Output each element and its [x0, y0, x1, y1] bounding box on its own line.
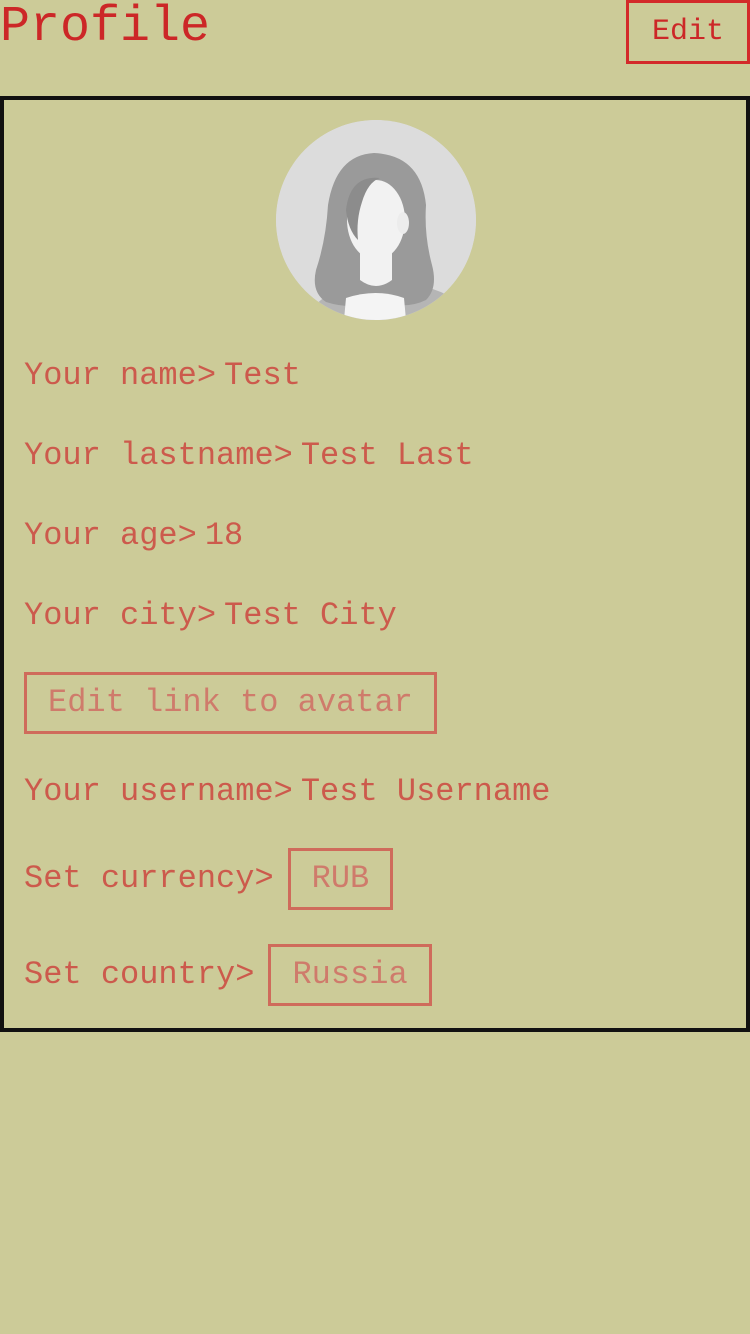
age-label: Your age> — [24, 517, 197, 554]
name-label: Your name> — [24, 357, 217, 394]
country-row: Set country> Russia — [24, 944, 432, 1006]
currency-row: Set currency> RUB — [24, 848, 394, 910]
age-value: 18 — [204, 517, 244, 554]
lastname-label: Your lastname> — [24, 437, 293, 474]
currency-select-button[interactable]: RUB — [287, 848, 394, 910]
age-row: Your age> 18 — [24, 516, 243, 556]
lastname-value: Test Last — [300, 437, 474, 474]
edit-button[interactable]: Edit — [626, 0, 750, 64]
username-label: Your username> — [24, 773, 293, 810]
default-female-avatar-icon — [276, 120, 476, 320]
header: Profile Edit — [0, 0, 750, 96]
country-select-button[interactable]: Russia — [268, 944, 432, 1006]
page-title: Profile — [0, 0, 211, 56]
username-value: Test Username — [300, 773, 551, 810]
avatar — [276, 120, 476, 320]
profile-card: Your name> Test Your lastname> Test Last Y… — [0, 96, 750, 1032]
currency-label: Set currency> — [24, 860, 274, 897]
username-row: Your username> Test Username — [24, 772, 550, 812]
city-label: Your city> — [24, 597, 217, 634]
name-value: Test — [224, 357, 301, 394]
country-label: Set country> — [24, 956, 255, 993]
lastname-row: Your lastname> Test Last — [24, 436, 474, 476]
name-row: Your name> Test — [24, 356, 301, 396]
edit-avatar-link-button[interactable]: Edit link to avatar — [24, 672, 437, 734]
city-row: Your city> Test City — [24, 596, 397, 636]
edit-avatar-row: Edit link to avatar — [24, 672, 437, 734]
city-value: Test City — [224, 597, 397, 634]
